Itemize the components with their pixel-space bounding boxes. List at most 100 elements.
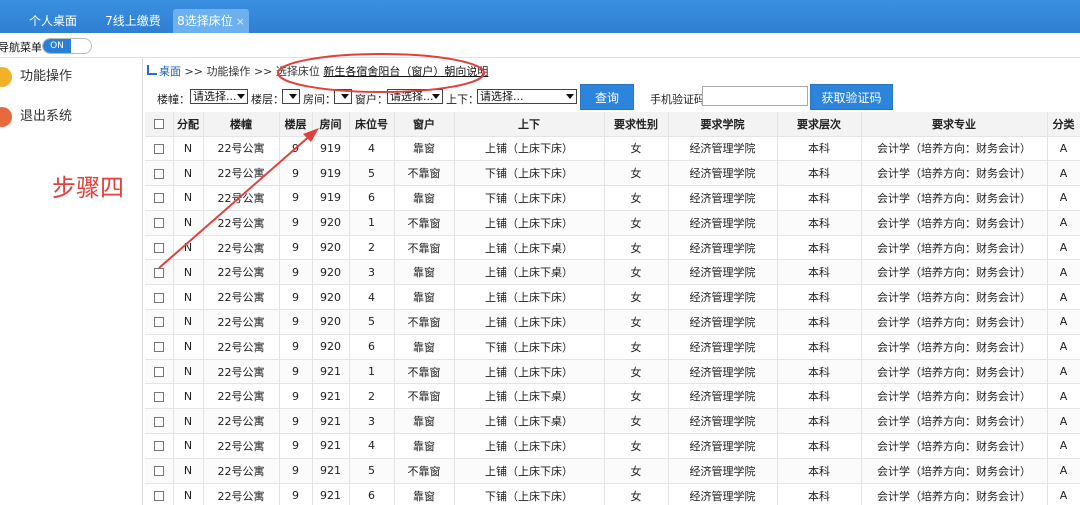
select-all-checkbox[interactable] [153,119,164,130]
table-cell: N [173,259,204,286]
table-cell: 经济管理学院 [668,359,778,385]
table-row[interactable]: N 22号公寓 9 921 3 靠窗 上铺（上床下桌）女经济管理学院 本科 会计学（培养方向：财… [145,408,1080,435]
row-checkbox[interactable] [153,267,164,278]
table-row[interactable]: N 22号公寓 9 921 4 靠窗 上铺（上床下床）女经济管理学院 本科 会计学（培养方向：财… [145,433,1080,459]
table-cell: 22号公寓 [203,185,280,211]
table-cell: A [1047,284,1080,311]
table-cell: A [1047,160,1080,187]
table-cell: A [1047,408,1080,435]
table-cell: 22号公寓 [203,284,280,311]
table-cell: 9 [279,210,313,236]
table-cell: 女 [604,334,669,360]
query-button[interactable]: 查询 [580,84,634,110]
tab-select-bed[interactable]: 8选择床位 × [173,9,249,33]
table-cell: 919 [312,160,350,187]
table-cell: 不靠窗 [394,235,455,261]
row-checkbox[interactable] [153,243,164,254]
row-select-cell [145,309,174,335]
table-cell: 女 [604,210,669,236]
table-row[interactable]: N 22号公寓 9 921 6 靠窗 下铺（上床下床）女经济管理学院 本科 会计学（培养方向：财… [145,483,1080,505]
table-cell: A [1047,210,1080,236]
row-checkbox[interactable] [153,466,164,477]
row-checkbox[interactable] [153,391,164,402]
table-cell: 9 [279,185,313,211]
table-cell: 9 [279,136,313,162]
table-cell: 会计学（培养方向：财务会计） [861,483,1048,505]
table-cell: 上铺（上床下桌） [454,259,605,286]
row-checkbox[interactable] [153,292,164,303]
table-row[interactable]: N 22号公寓 9 919 4 靠窗 上铺（上床下床）女经济管理学院 本科 会计学（培养方向：财… [145,136,1080,162]
sidebar-item-logout[interactable]: 退出系统 [0,104,140,130]
column-header: 要求性别 [604,112,669,137]
table-cell: 1 [349,359,395,385]
table-cell: 4 [349,433,395,459]
phone-code-input[interactable] [702,86,808,106]
row-checkbox[interactable] [153,367,164,378]
row-checkbox[interactable] [153,168,164,179]
select-all-cell [145,112,174,137]
table-row[interactable]: N 22号公寓 9 919 5 不靠窗 下铺（上床下床）女经济管理学院 本科 会计学（培养方向：… [145,160,1080,187]
table-cell: 2 [349,383,395,410]
tab-online-payment[interactable]: 7线上缴费 [98,9,168,33]
table-row[interactable]: N 22号公寓 9 921 2 不靠窗 上铺（上床下桌）女经济管理学院 本科 会计学（培养方向：… [145,383,1080,410]
breadcrumb-sep: >> [253,65,273,78]
table-row[interactable]: N 22号公寓 9 920 5 不靠窗 上铺（上床下床）女经济管理学院 本科 会计学（培养方向：… [145,309,1080,335]
table-row[interactable]: N 22号公寓 9 921 1 不靠窗 上铺（上床下床）女经济管理学院 本科 会计学（培养方向：… [145,359,1080,385]
room-select[interactable] [334,89,352,104]
row-checkbox[interactable] [153,193,164,204]
table-cell: 920 [312,259,350,286]
table-cell: 经济管理学院 [668,284,778,311]
table-cell: 920 [312,334,350,360]
tab-label: 8选择床位 [177,14,233,28]
row-checkbox[interactable] [153,342,164,353]
table-cell: 本科 [777,458,862,484]
close-icon[interactable]: × [236,15,245,28]
table-cell: 921 [312,408,350,435]
table-cell: 会计学（培养方向：财务会计） [861,309,1048,335]
table-row[interactable]: N 22号公寓 9 920 1 不靠窗 上铺（上床下床）女经济管理学院 本科 会计学（培养方向：… [145,210,1080,236]
table-cell: 经济管理学院 [668,235,778,261]
row-checkbox[interactable] [153,491,164,502]
table-row[interactable]: N 22号公寓 9 921 5 不靠窗 上铺（上床下床）女经济管理学院 本科 会计学（培养方向：… [145,458,1080,484]
table-cell: 920 [312,210,350,236]
row-select-cell [145,210,174,236]
building-select[interactable]: 请选择... [190,89,248,104]
get-code-button[interactable]: 获取验证码 [810,84,893,110]
table-row[interactable]: N 22号公寓 9 920 3 靠窗 上铺（上床下桌）女经济管理学院 本科 会计学（培养方向：财… [145,259,1080,286]
floor-select[interactable] [282,89,300,104]
row-checkbox[interactable] [153,143,164,154]
window-select[interactable]: 请选择... [387,89,443,104]
table-cell: A [1047,458,1080,484]
row-select-cell [145,458,174,484]
table-header-row: 分配 楼幢 楼层 房间 床位号 窗户 上下 要求性别 要求学院 要求层次 要求专业 分类 [145,112,1080,137]
breadcrumb-home-link[interactable]: 桌面 [159,65,181,78]
row-select-cell [145,483,174,505]
logout-icon [0,107,12,127]
table-cell: 经济管理学院 [668,483,778,505]
row-checkbox[interactable] [153,317,164,328]
table-row[interactable]: N 22号公寓 9 920 6 靠窗 下铺（上床下床）女经济管理学院 本科 会计学（培养方向：财… [145,334,1080,360]
tab-personal-desktop[interactable]: 个人桌面 [22,9,84,33]
row-checkbox[interactable] [153,441,164,452]
table-row[interactable]: N 22号公寓 9 919 6 靠窗 下铺（上床下床）女经济管理学院 本科 会计学（培养方向：财… [145,185,1080,211]
table-row[interactable]: N 22号公寓 9 920 2 不靠窗 上铺（上床下桌）女经济管理学院 本科 会计学（培养方向：… [145,235,1080,261]
table-cell: 上铺（上床下桌） [454,383,605,410]
nav-menu-toggle[interactable]: ON [42,38,92,54]
phone-code-label: 手机验证码: [650,93,709,106]
row-checkbox[interactable] [153,416,164,427]
table-cell: N [173,359,204,385]
table-cell: 22号公寓 [203,458,280,484]
orientation-info-link[interactable]: 新生各宿舍阳台（窗户）朝向说明 [323,65,488,78]
bunk-select[interactable]: 请选择... [477,89,577,104]
table-cell: 6 [349,185,395,211]
table-cell: 女 [604,309,669,335]
table-cell: 9 [279,433,313,459]
table-cell: 下铺（上床下床） [454,483,605,505]
table-row[interactable]: N 22号公寓 9 920 4 靠窗 上铺（上床下床）女经济管理学院 本科 会计学（培养方向：财… [145,284,1080,311]
table-cell: 上铺（上床下床） [454,136,605,162]
table-cell: 本科 [777,160,862,187]
table-cell: N [173,433,204,459]
sidebar-item-function-ops[interactable]: 功能操作 [0,64,140,90]
column-header: 要求专业 [861,112,1048,137]
row-checkbox[interactable] [153,218,164,229]
